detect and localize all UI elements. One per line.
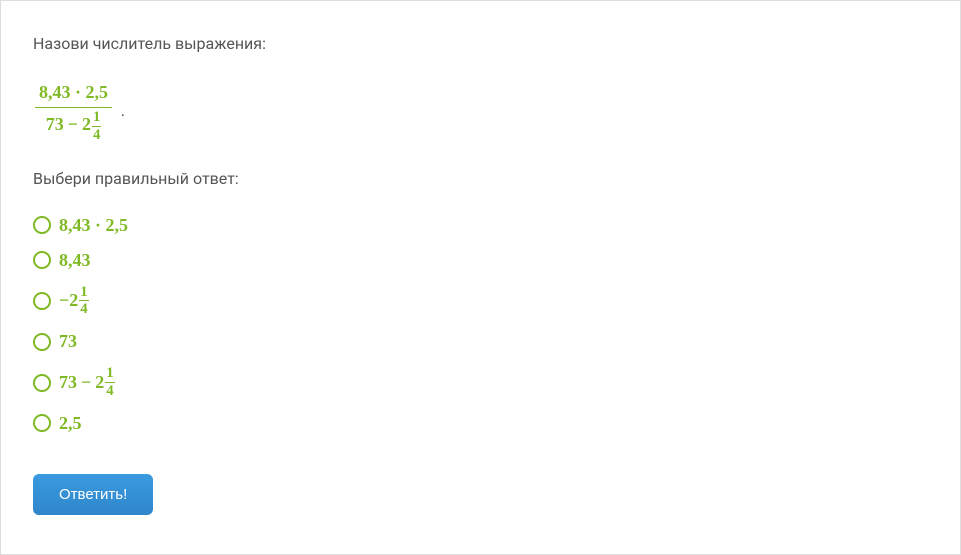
- choose-answer-text: Выбери правильный ответ:: [33, 168, 928, 190]
- option-3[interactable]: −214: [33, 285, 928, 318]
- radio-icon: [33, 251, 51, 269]
- option-5-label: 73−214: [59, 366, 115, 399]
- option-3-label: −214: [59, 285, 89, 318]
- option-1-label: 8,43 · 2,5: [59, 215, 128, 236]
- option-5[interactable]: 73−214: [33, 366, 928, 399]
- expr-numerator: 8,43 · 2,5: [35, 79, 112, 107]
- option-6[interactable]: 2,5: [33, 413, 928, 434]
- expr-denominator: 73−214: [35, 108, 112, 145]
- question-content: Назови числитель выражения: 8,43 · 2,5 7…: [1, 1, 960, 547]
- radio-icon: [33, 216, 51, 234]
- radio-icon: [33, 333, 51, 351]
- option-6-label: 2,5: [59, 413, 82, 434]
- option-2[interactable]: 8,43: [33, 250, 928, 271]
- expression-period: .: [121, 103, 125, 120]
- main-expression: 8,43 · 2,5 73−214 .: [33, 79, 125, 144]
- option-1[interactable]: 8,43 · 2,5: [33, 215, 928, 236]
- option-4-label: 73: [59, 331, 77, 352]
- question-prompt: Назови числитель выражения:: [33, 33, 928, 55]
- submit-button[interactable]: Ответить!: [33, 474, 153, 515]
- radio-icon: [33, 414, 51, 432]
- option-4[interactable]: 73: [33, 331, 928, 352]
- option-2-label: 8,43: [59, 250, 91, 271]
- radio-icon: [33, 292, 51, 310]
- options-group: 8,43 · 2,5 8,43 −214 73 73−214 2,5: [33, 215, 928, 434]
- radio-icon: [33, 374, 51, 392]
